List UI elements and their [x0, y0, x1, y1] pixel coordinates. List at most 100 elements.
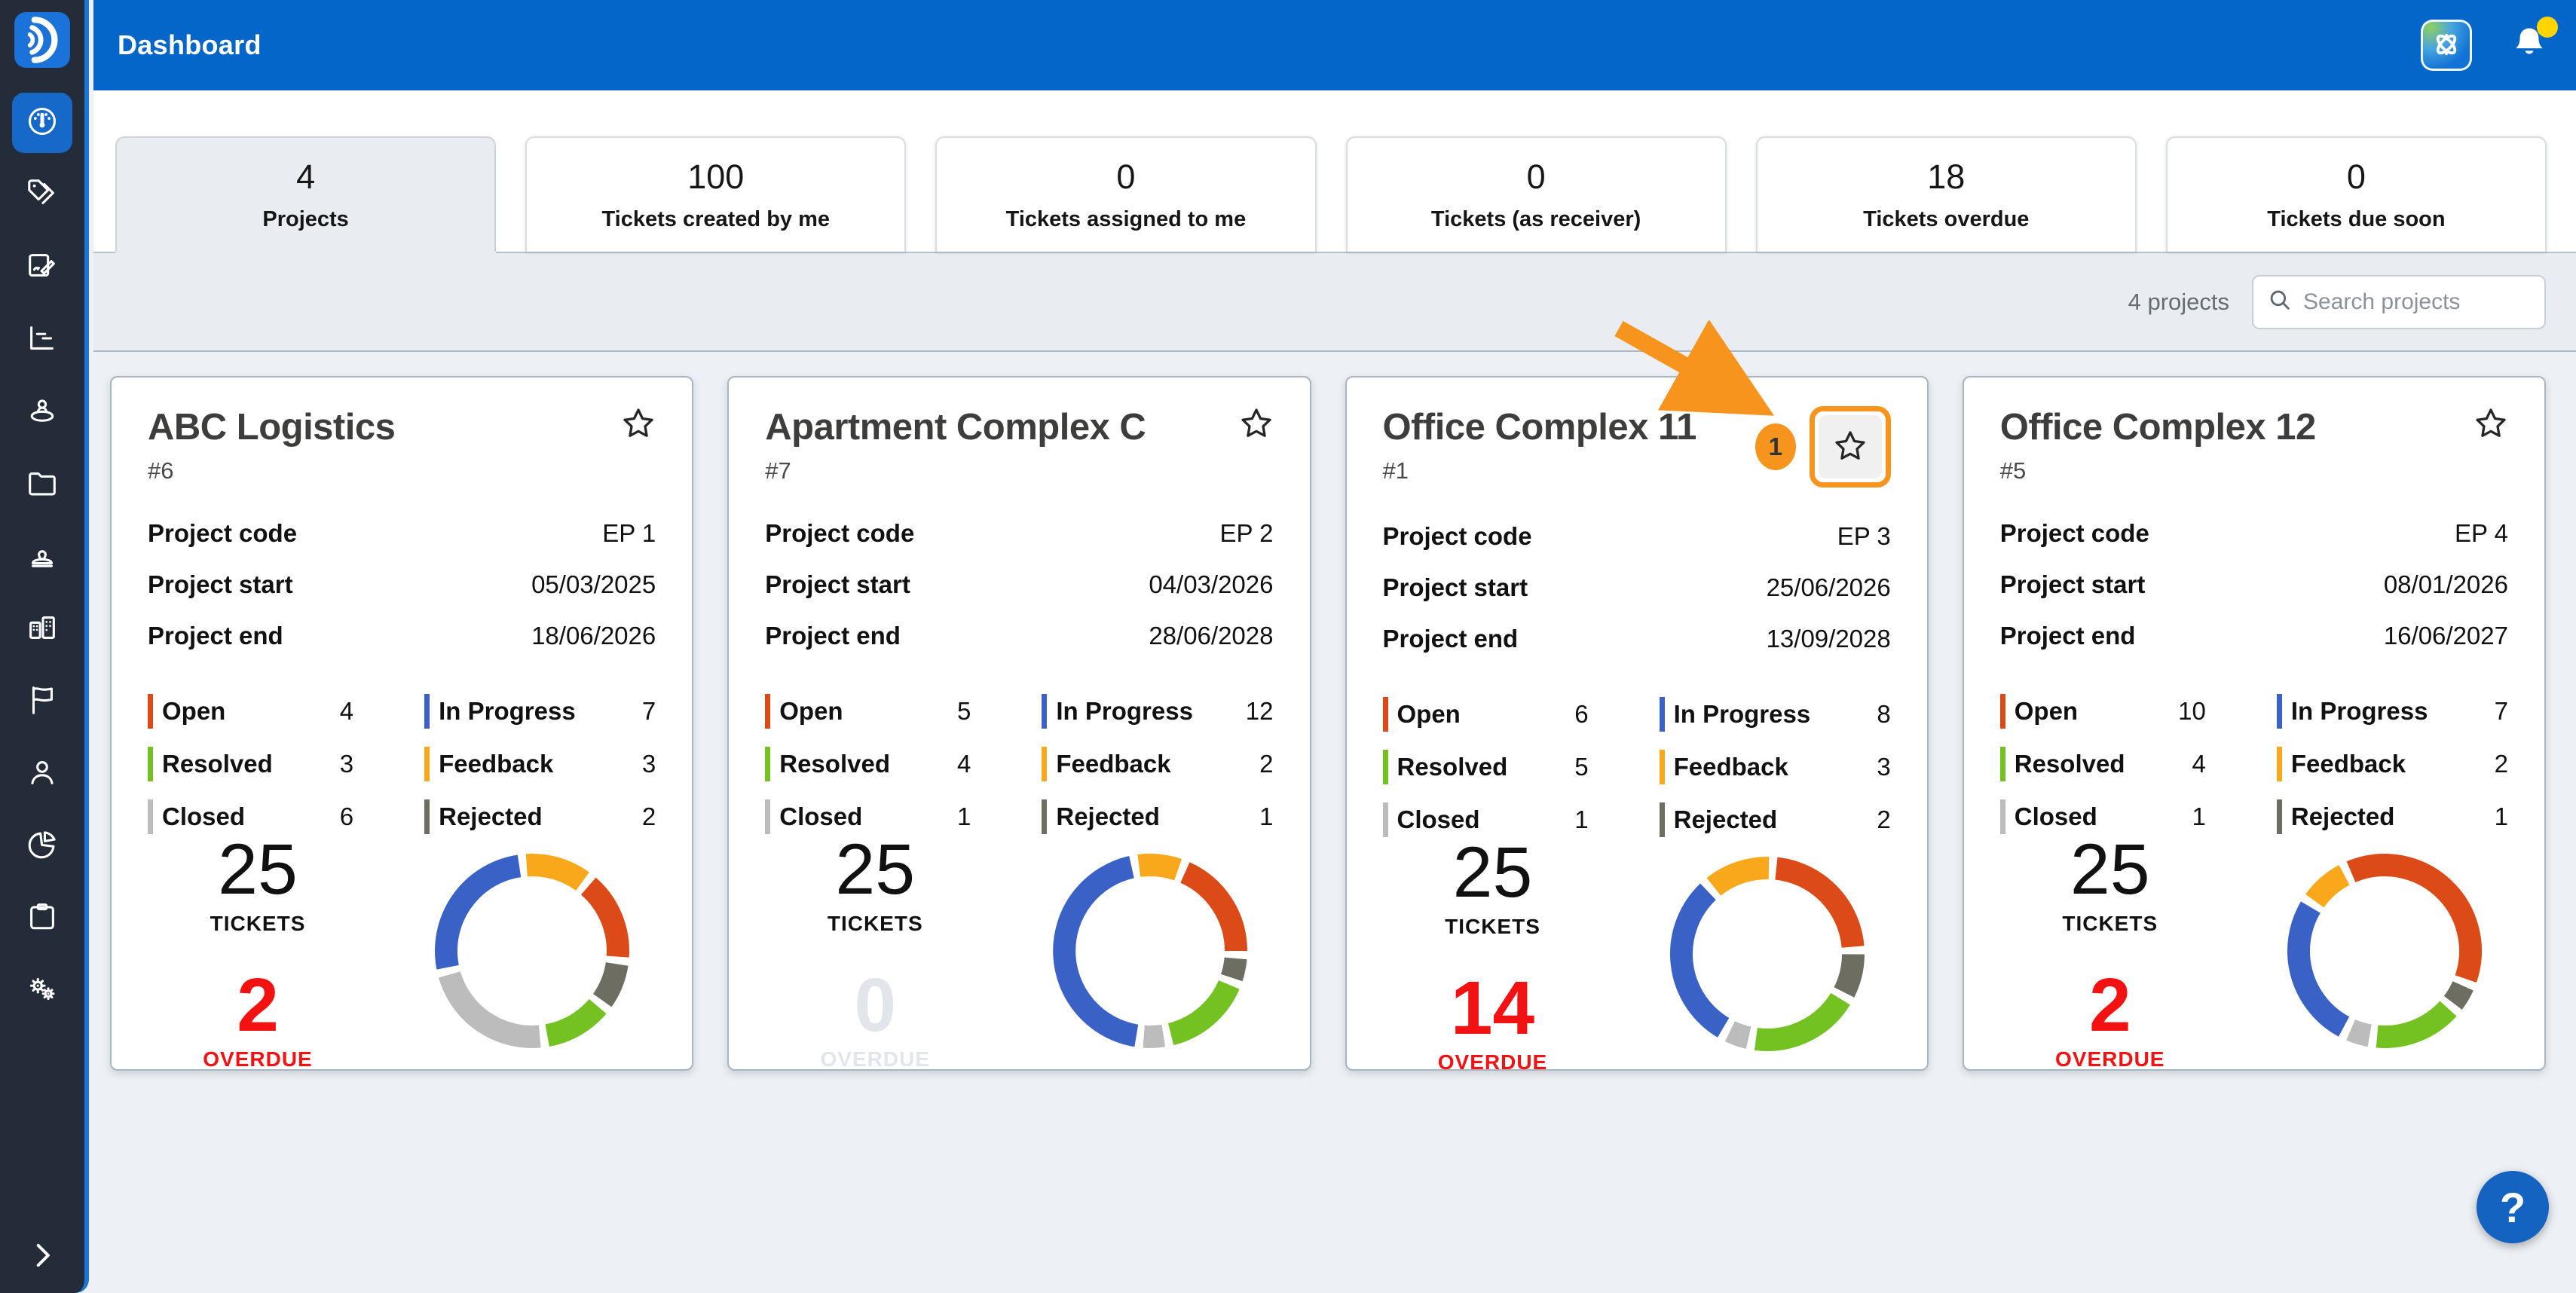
project-card-apartment-complex-c[interactable]: Apartment Complex C#7Project codeEP 2Pro… — [727, 376, 1311, 1071]
status-label: In Progress — [1674, 700, 1877, 729]
projects-bar: 4 projects — [93, 253, 2576, 352]
status-color-bar — [2277, 799, 2282, 834]
field-value: 25/06/2026 — [1767, 573, 1891, 602]
ticket-totals: 25TICKETS0OVERDUE — [765, 834, 985, 1071]
sidebar-item-tags[interactable] — [0, 159, 84, 231]
sidebar-item-signature[interactable] — [0, 231, 84, 304]
header-actions — [2421, 20, 2552, 71]
tab-tickets-created-by-me[interactable]: 100Tickets created by me — [525, 136, 906, 252]
status-label: Closed — [2015, 802, 2192, 831]
status-color-bar — [1383, 697, 1388, 732]
project-title: Office Complex 11 — [1383, 406, 1696, 448]
status-value: 2 — [2495, 750, 2508, 778]
search-box[interactable] — [2252, 275, 2546, 329]
card-header: Apartment Complex C#7 — [765, 406, 1273, 484]
status-in-progress: In Progress7 — [2277, 694, 2508, 729]
status-in-progress: In Progress7 — [424, 694, 656, 729]
tab-tickets-as-receiver[interactable]: 0Tickets (as receiver) — [1346, 136, 1727, 252]
project-number: #1 — [1383, 457, 1696, 484]
status-color-bar — [424, 694, 430, 729]
field-label: Project start — [765, 570, 910, 599]
project-field: Project code EP 2 — [765, 519, 1273, 548]
status-value: 1 — [1574, 805, 1614, 834]
projects-count: 4 projects — [2128, 289, 2229, 316]
tab-projects[interactable]: 4Projects — [115, 136, 496, 252]
donut-chart-wrap — [1037, 838, 1263, 1068]
status-rejected: Rejected2 — [1660, 802, 1891, 837]
status-label: Resolved — [1397, 753, 1575, 781]
signature-icon — [25, 249, 60, 287]
overdue-count-label: OVERDUE — [203, 1047, 312, 1071]
sidebar-expand-button[interactable] — [0, 1240, 84, 1273]
card-bottom: 25TICKETS2OVERDUE — [2000, 834, 2508, 1071]
tab-tickets-assigned-to-me[interactable]: 0Tickets assigned to me — [935, 136, 1316, 252]
status-legend: Open4In Progress7Resolved3Feedback3Close… — [148, 694, 656, 834]
favorite-star-button[interactable] — [2474, 406, 2508, 443]
chevron-right-icon — [26, 1240, 58, 1273]
apps-button[interactable] — [2421, 20, 2472, 71]
status-color-bar — [2277, 694, 2282, 729]
status-label: Feedback — [1674, 753, 1877, 781]
sidebar-item-folder[interactable] — [0, 448, 84, 521]
annotation-badge: 1 — [1755, 423, 1796, 470]
sidebar-item-location[interactable] — [0, 376, 84, 448]
card-header: Office Complex 11 #1 1 — [1383, 406, 1891, 488]
field-value: 13/09/2028 — [1767, 625, 1891, 653]
field-label: Project start — [1383, 573, 1528, 602]
favorite-star-button[interactable] — [621, 406, 656, 443]
status-label: Resolved — [779, 750, 957, 778]
status-open: Open6 — [1383, 697, 1614, 732]
project-field: Project start05/03/2025 — [148, 570, 656, 599]
status-label: Open — [162, 697, 340, 726]
project-fields: Project codeEP 2Project start04/03/2026P… — [765, 519, 1273, 650]
tab-label: Tickets assigned to me — [1006, 207, 1247, 232]
tab-tickets-overdue[interactable]: 18Tickets overdue — [1756, 136, 2137, 252]
flag-icon — [25, 683, 60, 721]
page-title: Dashboard — [118, 29, 262, 61]
status-color-bar — [765, 799, 770, 834]
status-color-bar — [1383, 750, 1388, 784]
status-value: 4 — [340, 697, 379, 726]
sidebar-item-dashboard[interactable] — [0, 87, 84, 159]
status-value: 3 — [340, 750, 379, 778]
overdue-count: 2 — [2089, 967, 2131, 1043]
buildings-icon — [25, 610, 60, 649]
sidebar-item-settings[interactable] — [0, 955, 84, 1027]
project-field: Project start04/03/2026 — [765, 570, 1273, 599]
tab-label: Tickets due soon — [2267, 207, 2445, 232]
status-resolved: Resolved4 — [765, 747, 996, 781]
tab-label: Tickets overdue — [1863, 207, 2029, 232]
card-bottom: 25TICKETS14OVERDUE — [1383, 837, 1891, 1074]
sidebar-item-stamp[interactable] — [0, 521, 84, 593]
field-label: Project code — [2000, 519, 2149, 548]
sidebar-item-clipboard[interactable] — [0, 882, 84, 955]
sidebar-item-report[interactable] — [0, 304, 84, 376]
favorite-star-button[interactable] — [1819, 415, 1882, 478]
search-input[interactable] — [2303, 289, 2531, 315]
status-value: 4 — [2192, 750, 2232, 778]
project-card-abc-logistics[interactable]: ABC Logistics#6Project codeEP 1Project s… — [110, 376, 693, 1071]
status-value: 1 — [2495, 802, 2508, 831]
sidebar-item-user[interactable] — [0, 738, 84, 810]
card-title-block: Office Complex 12#5 — [2000, 406, 2316, 484]
sidebar-item-buildings[interactable] — [0, 593, 84, 665]
tab-tickets-due-soon[interactable]: 0Tickets due soon — [2166, 136, 2547, 252]
field-value: 05/03/2025 — [531, 570, 656, 599]
favorite-star-button[interactable] — [1239, 406, 1274, 443]
field-value: EP 2 — [1220, 519, 1274, 548]
help-button[interactable]: ? — [2477, 1171, 2549, 1243]
notifications-button[interactable] — [2507, 21, 2552, 69]
status-color-bar — [2277, 747, 2282, 781]
project-title: Apartment Complex C — [765, 406, 1146, 448]
star-icon — [1239, 406, 1274, 443]
field-label: Project code — [148, 519, 297, 548]
project-card-office-complex-11[interactable]: Office Complex 11#11Project codeEP 3Proj… — [1345, 376, 1929, 1071]
card-title-block: Office Complex 11 #1 — [1383, 406, 1696, 484]
project-card-office-complex-12[interactable]: Office Complex 12#5Project codeEP 4Proje… — [1963, 376, 2546, 1071]
field-label: Project code — [765, 519, 914, 548]
project-cards: ABC Logistics#6Project codeEP 1Project s… — [93, 352, 2576, 1071]
status-rejected: Rejected1 — [1042, 799, 1273, 834]
sidebar-item-flag[interactable] — [0, 665, 84, 738]
status-label: Closed — [779, 802, 957, 831]
sidebar-item-pie-chart[interactable] — [0, 810, 84, 882]
